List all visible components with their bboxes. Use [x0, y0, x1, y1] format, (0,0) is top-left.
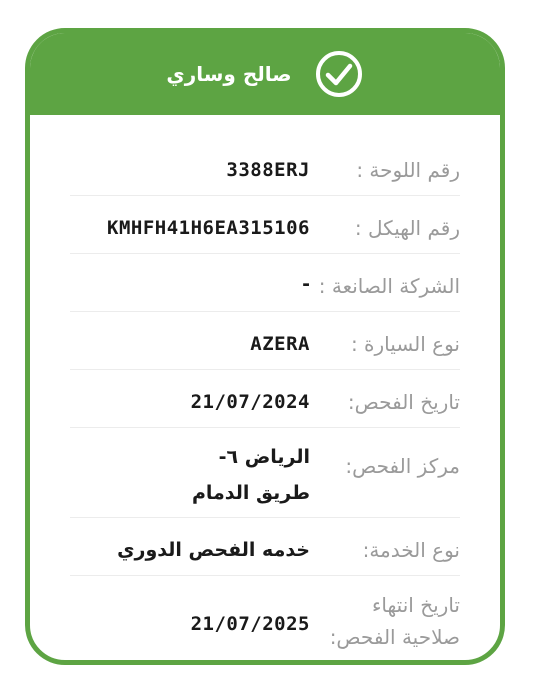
chassis-number-label: رقم الهيكل :: [354, 216, 460, 240]
row-inspection-center: مركز الفحص: الرياض ٦- طريق الدمام: [70, 435, 460, 518]
inspection-center-value: الرياض ٦- طريق الدمام: [191, 446, 310, 504]
inspection-date-label: تاريخ الفحص:: [347, 390, 460, 414]
manufacturer-label: الشركة الصانعة :: [318, 274, 460, 298]
row-chassis-number: رقم الهيكل : KMHFH41H6EA315106: [70, 203, 460, 254]
plate-number-label: رقم اللوحة :: [356, 158, 460, 182]
manufacturer-value: -: [302, 273, 310, 295]
row-plate-number: رقم اللوحة : 3388ERJ: [70, 145, 460, 196]
row-manufacturer: الشركة الصانعة : -: [70, 261, 460, 312]
expiry-date-value: 21/07/2025: [190, 613, 310, 635]
service-type-label: نوع الخدمة:: [362, 538, 460, 562]
expiry-date-label: تاريخ انتهاء صلاحية الفحص:: [329, 593, 460, 649]
check-circle-icon: [315, 51, 362, 97]
inspection-date-value: 21/07/2024: [190, 391, 310, 413]
car-type-label: نوع السيارة :: [350, 332, 460, 356]
inspection-center-label: مركز الفحص:: [345, 454, 460, 478]
card-header: صالح وساري: [30, 33, 500, 115]
service-type-value: خدمه الفحص الدوري: [117, 539, 310, 561]
row-expiry-date: تاريخ انتهاء صلاحية الفحص: 21/07/2025: [70, 583, 460, 660]
owner-name: صالح وساري: [166, 62, 292, 86]
row-car-type: نوع السيارة : AZERA: [70, 319, 460, 370]
car-type-value: AZERA: [250, 333, 310, 355]
row-service-type: نوع الخدمة: خدمه الفحص الدوري: [70, 525, 460, 576]
chassis-number-value: KMHFH41H6EA315106: [107, 217, 310, 239]
plate-number-value: 3388ERJ: [226, 159, 310, 181]
row-inspection-date: تاريخ الفحص: 21/07/2024: [70, 377, 460, 428]
inspection-card: صالح وساري رقم اللوحة : 3388ERJ رقم الهي…: [25, 28, 505, 665]
